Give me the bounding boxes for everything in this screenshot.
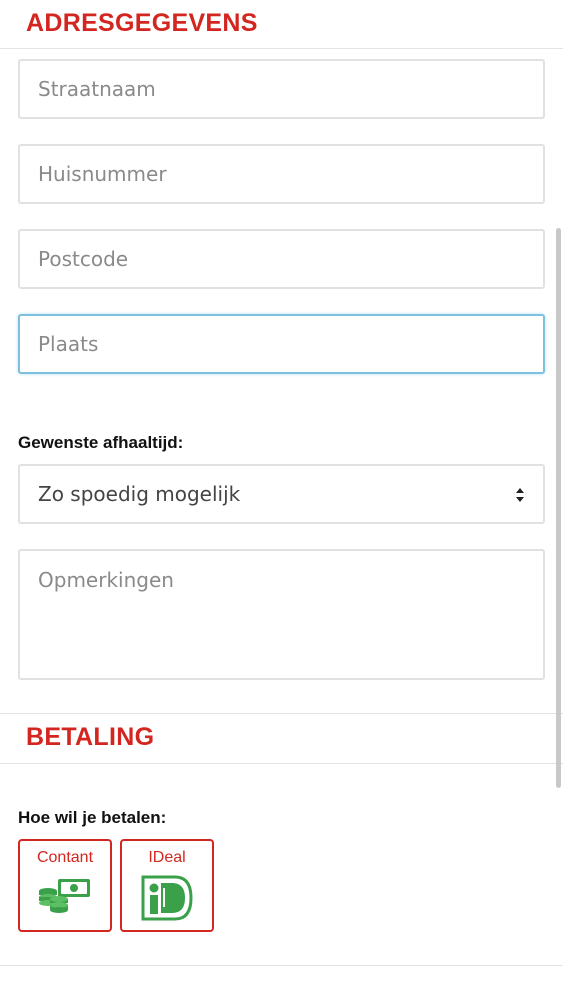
ideal-logo-icon [141, 875, 193, 921]
city-input[interactable] [18, 314, 545, 374]
pickup-time-label: Gewenste afhaaltijd: [18, 433, 184, 452]
divider [0, 763, 563, 764]
pickup-time-select[interactable]: Zo spoedig mogelijk [18, 464, 545, 524]
scrollbar-thumb[interactable] [556, 228, 561, 788]
pay-cash-label: Contant [36, 849, 94, 866]
pickup-time-value: Zo spoedig mogelijk [38, 482, 241, 506]
cash-icon [39, 879, 90, 913]
divider [0, 713, 563, 714]
divider [0, 965, 563, 966]
payment-question-label: Hoe wil je betalen: [18, 808, 167, 827]
street-input[interactable] [18, 59, 545, 119]
payment-section-title: BETALING [26, 723, 155, 751]
remarks-textarea[interactable] [18, 549, 545, 680]
select-arrows-icon [516, 488, 524, 502]
house-number-input[interactable] [18, 144, 545, 204]
address-section-title: ADRESGEGEVENS [26, 9, 258, 37]
pay-ideal-label: IDeal [148, 849, 186, 866]
postcode-input[interactable] [18, 229, 545, 289]
pay-cash-button[interactable]: Contant [18, 839, 112, 932]
divider [0, 48, 563, 49]
pay-ideal-button[interactable]: IDeal [120, 839, 214, 932]
